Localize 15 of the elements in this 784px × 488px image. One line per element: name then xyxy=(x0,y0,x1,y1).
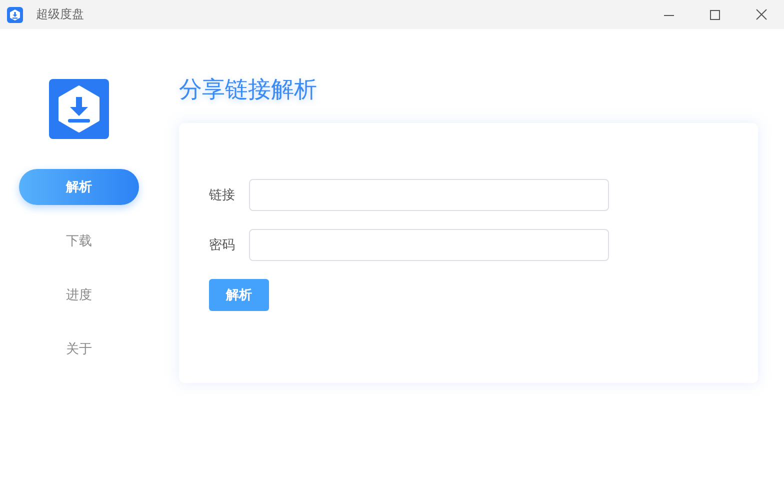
nav-item[interactable]: 进度 xyxy=(19,277,139,313)
field-label: 链接 xyxy=(209,187,236,204)
nav-item[interactable]: 解析 xyxy=(19,169,139,205)
page-title: 分享链接解析 xyxy=(179,76,318,105)
parse-button[interactable]: 解析 xyxy=(209,279,269,311)
nav-item[interactable]: 关于 xyxy=(19,331,139,367)
input-field[interactable] xyxy=(249,179,609,211)
input-field[interactable] xyxy=(249,229,609,261)
window-title: 超级度盘 xyxy=(36,6,84,23)
download-icon xyxy=(7,6,23,22)
close-icon xyxy=(756,9,766,20)
maximize-icon xyxy=(710,10,720,20)
download-logo-icon xyxy=(49,79,109,139)
field-label: 密码 xyxy=(209,237,236,254)
nav-item[interactable]: 下载 xyxy=(19,223,139,259)
